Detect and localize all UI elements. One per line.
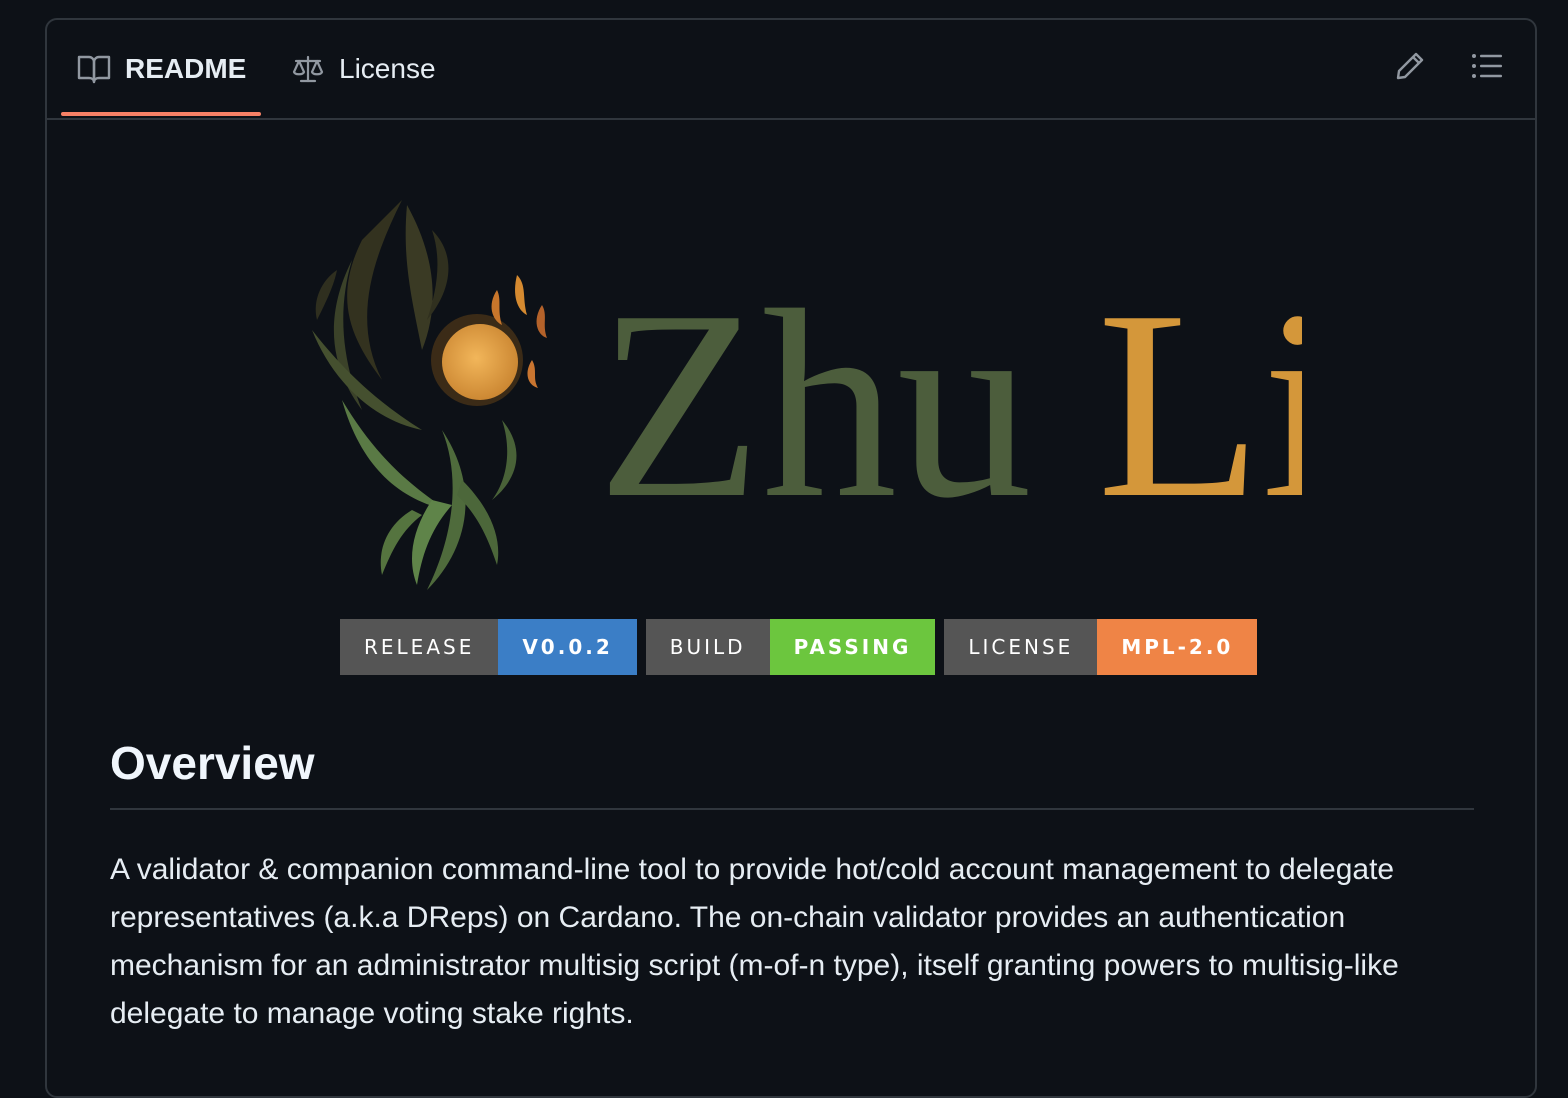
heading-divider — [110, 808, 1474, 810]
overview-heading: Overview — [110, 737, 315, 789]
pencil-icon — [1394, 50, 1426, 87]
tab-license-label: License — [339, 53, 436, 84]
readme-tab-bar: README License — [47, 20, 1535, 120]
book-icon — [77, 52, 111, 86]
license-badge-value: MPL-2.0 — [1097, 619, 1258, 675]
outline-button[interactable] — [1467, 48, 1507, 88]
build-badge[interactable]: BUILD PASSING — [645, 619, 936, 675]
release-badge-key: RELEASE — [340, 619, 499, 675]
overview-paragraph: A validator & companion command-line too… — [110, 853, 1399, 1030]
tab-readme[interactable]: README — [77, 20, 246, 118]
release-badge[interactable]: RELEASE V0.0.2 — [340, 619, 637, 675]
edit-file-button[interactable] — [1390, 48, 1430, 88]
license-badge-key: LICENSE — [944, 619, 1098, 675]
logo-text-li: Li — [1097, 255, 1302, 554]
tab-license[interactable]: License — [291, 20, 436, 118]
list-unordered-icon — [1471, 52, 1503, 85]
badge-row: RELEASE V0.0.2 BUILD PASSING LICENSE MPL… — [340, 619, 1258, 675]
readme-panel: README License Zhu Li RELEASE V0.0.2 BUI… — [45, 18, 1537, 1098]
active-tab-indicator — [61, 112, 261, 116]
phoenix-emblem — [312, 200, 547, 590]
law-scale-icon — [291, 52, 325, 86]
license-badge[interactable]: LICENSE MPL-2.0 — [944, 619, 1258, 675]
logo-text-zhu: Zhu — [597, 255, 1032, 554]
zhuli-logo: Zhu Li — [292, 180, 1337, 600]
build-badge-value: PASSING — [769, 619, 936, 675]
release-badge-value: V0.0.2 — [498, 619, 637, 675]
build-badge-key: BUILD — [645, 619, 770, 675]
tab-readme-label: README — [125, 53, 247, 84]
